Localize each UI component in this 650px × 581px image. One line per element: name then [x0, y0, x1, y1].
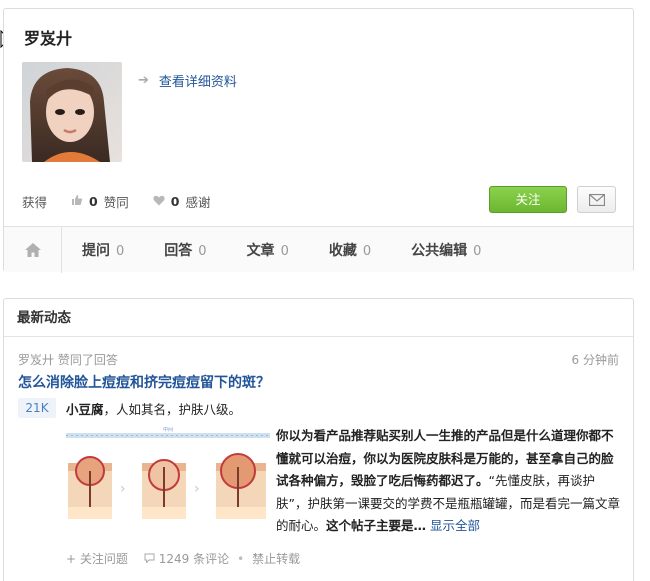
profile-card: 罗岌廾 ➔ 查看详细资料 获得 0 赞同 0 感谢 关注 提问 0 回答 0 文… [3, 8, 634, 273]
tab-count: 0 [362, 243, 372, 259]
thumbs-up-icon [71, 194, 83, 209]
tab-questions[interactable]: 提问 0 [82, 240, 124, 260]
tab-count: 0 [473, 243, 482, 259]
vote-count-badge[interactable]: 21K [18, 398, 56, 418]
tab-label: 提问 [82, 242, 110, 259]
author-name-link[interactable]: 小豆腐 [66, 402, 104, 417]
tab-articles[interactable]: 文章 0 [247, 240, 289, 260]
question-title-link[interactable]: 怎么消除脸上痘痘和挤完痘痘留下的斑？ [18, 372, 270, 392]
plus-icon: + [66, 552, 77, 566]
tab-answers[interactable]: 回答 0 [164, 240, 206, 260]
activity-line: 罗岌廾 赞同了回答 [18, 351, 118, 368]
thanks-label: 感谢 [185, 195, 211, 210]
tab-home[interactable] [4, 226, 62, 273]
show-all-link[interactable]: 显示全部 [430, 518, 480, 533]
tab-count: 0 [198, 243, 207, 259]
activity-action: 赞同了回答 [57, 353, 118, 367]
tab-public-edits[interactable]: 公共编辑 0 [411, 240, 481, 260]
upvotes-count: 0 [89, 194, 98, 209]
envelope-icon [588, 193, 605, 206]
view-profile-details-label: 查看详细资料 [158, 75, 237, 90]
author-bio: ，人如其名，护肤八级。 [103, 402, 242, 417]
avatar-image [22, 62, 122, 162]
thanks-count: 0 [170, 194, 180, 209]
arrow-right-icon: ➔ [138, 73, 149, 88]
answer-thumbnail-image[interactable]: 中间 › › [66, 427, 270, 525]
activity-actor-link[interactable]: 罗岌廾 [18, 353, 54, 367]
avatar[interactable] [22, 62, 122, 162]
profile-tab-bar: 提问 0 回答 0 文章 0 收藏 0 公共编辑 0 [4, 226, 633, 273]
activity-feed-card: 最新动态 罗岌廾 赞同了回答 6 分钟前 怎么消除脸上痘痘和挤完痘痘留下的斑？ … [3, 298, 634, 581]
answer-author: 小豆腐，人如其名，护肤八级。 [66, 399, 241, 418]
profile-name: 罗岌廾 [24, 29, 73, 48]
follow-button[interactable]: 关注 [489, 186, 567, 213]
comments-label: 1249 条评论 [158, 552, 230, 566]
svg-text:›: › [194, 481, 200, 497]
svg-text:›: › [120, 481, 126, 497]
message-button[interactable] [577, 186, 616, 213]
tab-label: 公共编辑 [411, 242, 468, 259]
tab-label: 收藏 [328, 242, 357, 259]
comments-link[interactable]: 1249 条评论 [144, 550, 229, 567]
follow-question-label: 关注问题 [79, 552, 128, 566]
svg-text:中间: 中间 [163, 427, 173, 433]
upvotes-label: 赞同 [103, 195, 129, 210]
view-profile-details-link[interactable]: ➔ 查看详细资料 [138, 71, 237, 90]
profile-stats: 获得 0 赞同 0 感谢 [22, 192, 210, 211]
tab-label: 文章 [246, 242, 275, 259]
heart-icon [153, 195, 165, 209]
separator-dot: • [237, 551, 245, 566]
feed-header: 最新动态 [4, 299, 633, 337]
follow-question-link[interactable]: + 关注问题 [66, 550, 128, 567]
tab-collections[interactable]: 收藏 0 [329, 240, 371, 260]
answer-excerpt-tail: 这个帖子主要是… [326, 518, 427, 533]
tab-label: 回答 [164, 242, 193, 259]
comment-icon [144, 553, 155, 564]
answer-excerpt[interactable]: 你以为看产品推荐贴买别人一生推的产品但是什么道理你都不懂就可以治痘，你以为医院皮… [276, 425, 622, 538]
home-icon [24, 242, 41, 257]
tab-count: 0 [280, 243, 289, 259]
activity-timestamp: 6 分钟前 [571, 353, 619, 367]
no-repost-label: 禁止转载 [252, 552, 301, 566]
tab-count: 0 [116, 243, 125, 259]
stats-prefix: 获得 [22, 195, 48, 210]
answer-meta-row: + 关注问题 1249 条评论 • 禁止转载 [66, 550, 300, 567]
